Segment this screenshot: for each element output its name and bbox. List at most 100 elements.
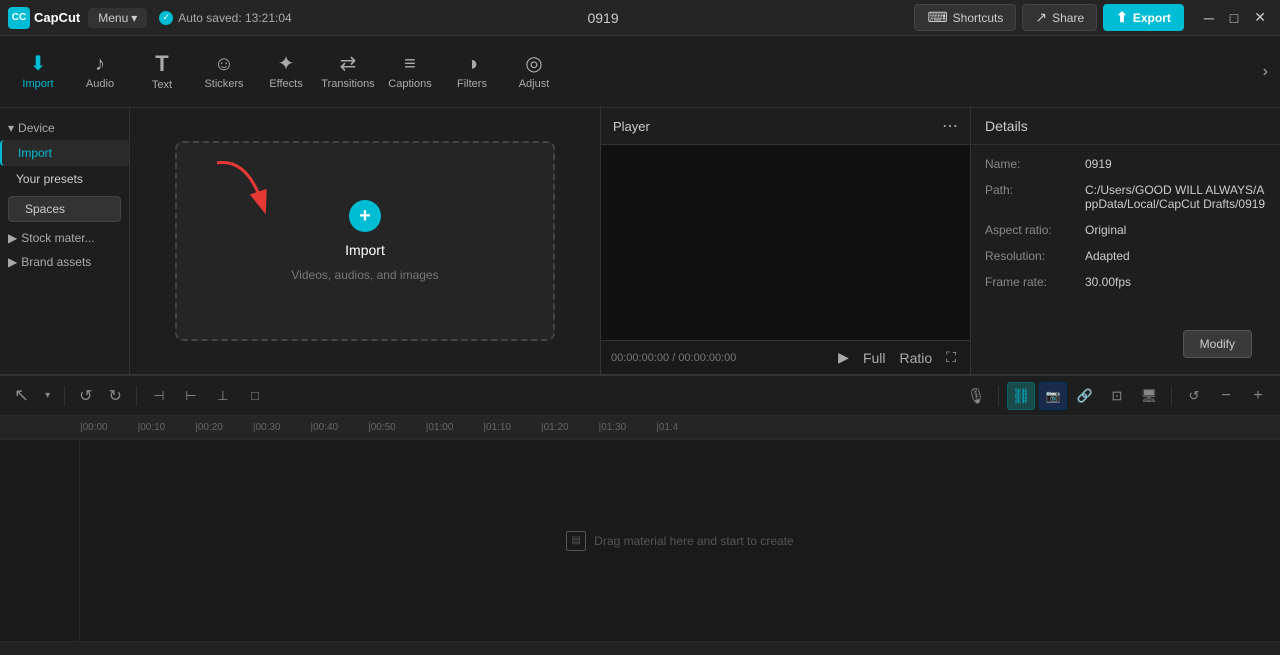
import-drop-zone[interactable]: + Import Videos, audios, and images — [175, 141, 555, 341]
import-label: Import — [22, 78, 53, 90]
toolbar-filters[interactable]: ◑ Filters — [442, 40, 502, 104]
timeline-tracks: ▤ Drag material here and start to create — [0, 440, 1280, 641]
transitions-label: Transitions — [321, 78, 374, 90]
device-label: Device — [18, 121, 55, 135]
ruler-mark-1: |00:10 — [138, 422, 196, 433]
ruler-mark-0: |00:00 — [80, 422, 138, 433]
timeline-toolbar: ↖ ▾ ↺ ↻ ⊣ ⊢ ⊥ □ 🎙 ⛓ 📷 🔗 ⊡ 🖥 ↺ − + — [0, 376, 1280, 416]
modify-button[interactable]: Modify — [1183, 330, 1252, 358]
minimize-button[interactable]: ─ — [1198, 8, 1220, 28]
presets-nav-button[interactable]: Your presets — [0, 166, 129, 192]
track-labels — [0, 440, 80, 641]
player-viewport — [601, 145, 970, 340]
captions-icon: ≡ — [404, 54, 416, 74]
stickers-label: Stickers — [204, 78, 243, 90]
import-plus-icon: + — [349, 200, 381, 232]
ruler-mark-8: |01:20 — [541, 422, 599, 433]
ruler-mark-10: |01:4 — [656, 422, 708, 433]
toolbar-separator-3 — [998, 386, 999, 406]
player-menu-button[interactable]: ⋯ — [942, 116, 958, 136]
link-clips-button[interactable]: ⛓ — [1007, 382, 1035, 410]
align-center-button[interactable]: ⊡ — [1103, 382, 1131, 410]
close-button[interactable]: ✕ — [1248, 7, 1272, 28]
select-tool-button[interactable]: ↖ — [8, 381, 35, 410]
screen-button[interactable]: 🖥 — [1135, 382, 1163, 410]
camera-capture-button[interactable]: 📷 — [1039, 382, 1067, 410]
player-header: Player ⋯ — [601, 108, 970, 145]
split-button[interactable]: ⊥ — [209, 382, 237, 410]
toolbar-captions[interactable]: ≡ Captions — [380, 40, 440, 104]
import-nav-button[interactable]: Import — [0, 140, 129, 166]
logo-icon: CC — [8, 7, 30, 29]
resolution-value: Adapted — [1085, 249, 1130, 263]
share-button[interactable]: ↗ Share — [1022, 4, 1097, 31]
toolbar-transitions[interactable]: ⇄ Transitions — [318, 40, 378, 104]
player-controls: 00:00:00:00 / 00:00:00:00 ▶ Full Ratio ⛶ — [601, 340, 970, 374]
device-section-header[interactable]: ▾ Device — [0, 116, 129, 140]
undo-history-button[interactable]: ↺ — [1180, 382, 1208, 410]
content-area: + Import Videos, audios, and images — [130, 108, 600, 374]
fullscreen-label-button[interactable]: Full — [859, 348, 890, 368]
export-button[interactable]: ⬆ Export — [1103, 4, 1184, 31]
brand-section-header[interactable]: ▶ Brand assets — [0, 250, 129, 274]
text-label: Text — [152, 79, 172, 91]
shortcuts-button[interactable]: ⌨ Shortcuts — [914, 4, 1016, 31]
import-icon: ⬇ — [30, 54, 47, 74]
menu-button[interactable]: Menu ▾ — [88, 8, 147, 28]
toolbar-separator-4 — [1171, 386, 1172, 406]
ruler-mark-5: |00:50 — [368, 422, 426, 433]
filters-label: Filters — [457, 78, 487, 90]
details-title: Details — [971, 108, 1280, 145]
ratio-button[interactable]: Ratio — [896, 348, 937, 368]
audio-label: Audio — [86, 78, 114, 90]
text-icon: T — [155, 53, 168, 75]
toolbar-text[interactable]: T Text — [132, 40, 192, 104]
ruler-mark-2: |00:20 — [195, 422, 253, 433]
device-arrow: ▾ — [8, 121, 14, 135]
adjust-label: Adjust — [519, 78, 550, 90]
toolbar-audio[interactable]: ♪ Audio — [70, 40, 130, 104]
transitions-icon: ⇄ — [340, 54, 357, 74]
chain-button[interactable]: 🔗 — [1071, 382, 1099, 410]
logo-text: CapCut — [34, 10, 80, 25]
path-label: Path: — [985, 183, 1085, 197]
autosave-icon: ✓ — [159, 11, 173, 25]
ruler-mark-6: |01:00 — [426, 422, 484, 433]
stock-section-header[interactable]: ▶ Stock mater... — [0, 226, 129, 250]
detail-path-row: Path: C:/Users/GOOD WILL ALWAYS/AppData/… — [985, 183, 1266, 211]
toolbar-adjust[interactable]: ◎ Adjust — [504, 40, 564, 104]
name-value: 0919 — [1085, 157, 1112, 171]
toolbar-effects[interactable]: ✦ Effects — [256, 40, 316, 104]
ruler-mark-7: |01:10 — [483, 422, 541, 433]
import-title: Import — [345, 242, 385, 258]
drag-icon: ▤ — [566, 531, 586, 551]
filters-icon: ◑ — [466, 54, 478, 74]
ruler-mark-9: |01:30 — [599, 422, 657, 433]
details-panel: Details Name: 0919 Path: C:/Users/GOOD W… — [970, 108, 1280, 374]
mic-button[interactable]: 🎙 — [962, 382, 990, 410]
timeline-scrollbar[interactable] — [0, 641, 1280, 655]
undo-button[interactable]: ↺ — [73, 382, 98, 410]
toolbar-separator-2 — [136, 386, 137, 406]
toolbar-expand-button[interactable]: › — [1259, 59, 1272, 85]
redo-button[interactable]: ↻ — [103, 382, 128, 410]
select-dropdown-button[interactable]: ▾ — [39, 386, 56, 405]
split-before-button[interactable]: ⊣ — [145, 382, 173, 410]
toolbar-stickers[interactable]: ☺ Stickers — [194, 40, 254, 104]
middle-row: ▾ Device Import Your presets Spaces ▶ St… — [0, 108, 1280, 375]
toolbar-import[interactable]: ⬇ Import — [8, 40, 68, 104]
import-subtitle: Videos, audios, and images — [291, 268, 438, 282]
maximize-button[interactable]: □ — [1224, 8, 1244, 28]
zoom-in-button[interactable]: + — [1244, 382, 1272, 410]
autosave-text: Auto saved: 13:21:04 — [178, 11, 291, 25]
timeline: ↖ ▾ ↺ ↻ ⊣ ⊢ ⊥ □ 🎙 ⛓ 📷 🔗 ⊡ 🖥 ↺ − + |00:00… — [0, 375, 1280, 655]
project-title: 0919 — [300, 10, 907, 26]
stickers-icon: ☺ — [214, 54, 234, 74]
split-after-button[interactable]: ⊢ — [177, 382, 205, 410]
expand-player-button[interactable]: ⛶ — [942, 347, 960, 368]
delete-button[interactable]: □ — [241, 382, 269, 410]
play-button[interactable]: ▶ — [834, 347, 853, 368]
zoom-out-button[interactable]: − — [1212, 382, 1240, 410]
spaces-button[interactable]: Spaces — [8, 196, 121, 222]
framerate-label: Frame rate: — [985, 275, 1085, 289]
